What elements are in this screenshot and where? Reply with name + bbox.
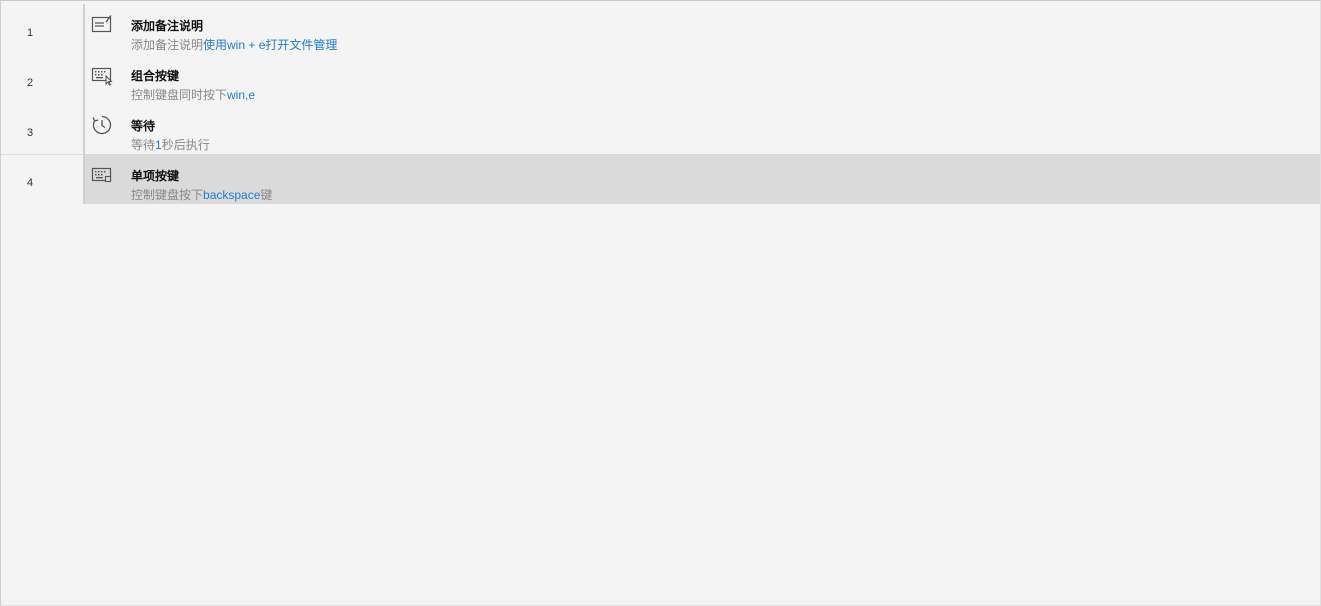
step-param: 使用win + e打开文件管理 [203,38,338,52]
step-body[interactable]: 组合按键 控制键盘同时按下win,e [83,54,1320,104]
step-title: 添加备注说明 [131,19,204,33]
step-row-4[interactable]: 4 单项按键 控制键盘按下backspace键 [1,154,1320,204]
step-param: backspace [203,188,261,202]
step-param: 1 [155,138,162,152]
step-row-3[interactable]: 3 等待 等待1秒后执行 [1,104,1320,154]
step-body[interactable]: 单项按键 控制键盘按下backspace键 [83,154,1320,204]
step-row-1[interactable]: 1 添加备注说明 添加备注说明使用win + e打开文件管理 [1,4,1320,54]
step-description: 控制键盘按下backspace键 [131,188,273,202]
step-number: 3 [26,127,34,139]
wait-clock-icon [91,114,113,136]
step-description: 控制键盘同时按下win,e [131,88,256,102]
note-edit-icon [91,14,113,36]
keyboard-combo-icon [91,64,113,86]
keyboard-single-key-icon [91,164,113,186]
step-list-panel: 1 添加备注说明 添加备注说明使用win + e打开文件管理 2 组合按键 控制… [0,0,1321,606]
step-title: 组合按键 [131,69,180,83]
step-title: 单项按键 [131,169,180,183]
step-row-2[interactable]: 2 组合按键 控制键盘同时按下win,e [1,54,1320,104]
step-title: 等待 [131,119,156,133]
step-body[interactable]: 等待 等待1秒后执行 [83,104,1320,154]
step-body[interactable]: 添加备注说明 添加备注说明使用win + e打开文件管理 [83,4,1320,54]
step-number: 1 [26,27,34,39]
step-description: 等待1秒后执行 [131,138,210,152]
step-description: 添加备注说明使用win + e打开文件管理 [131,38,338,52]
step-number: 4 [26,177,34,189]
step-number: 2 [26,77,34,89]
step-param: win,e [227,88,256,102]
